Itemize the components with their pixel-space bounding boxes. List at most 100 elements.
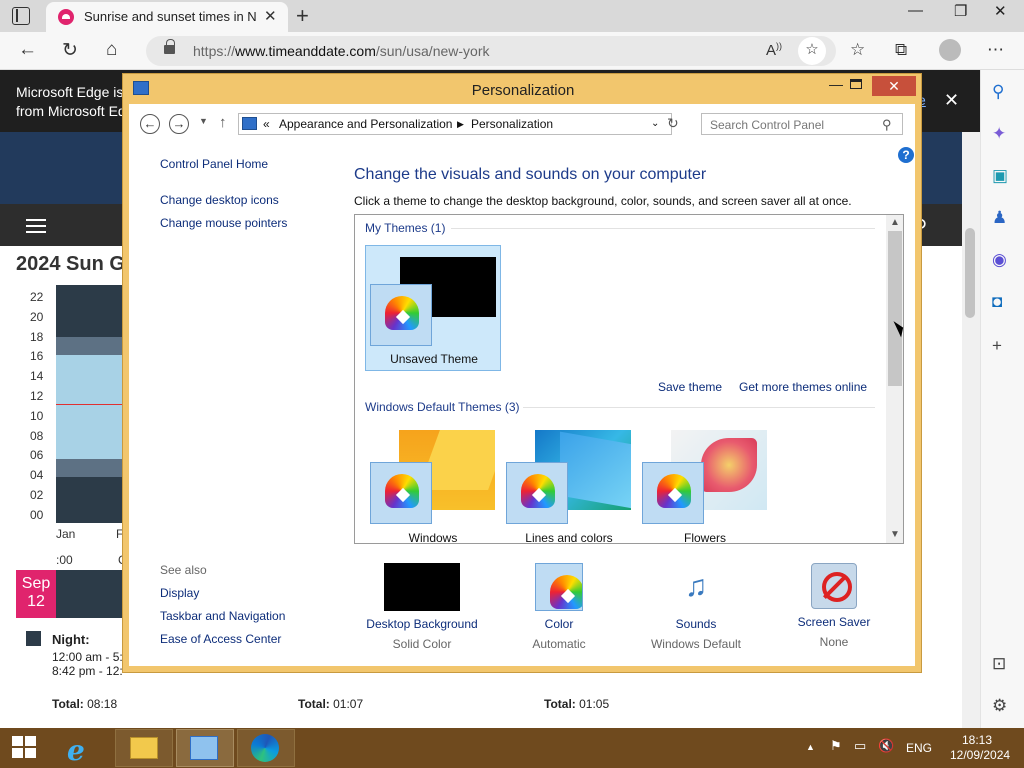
start-button[interactable] (12, 736, 38, 760)
desktop-background-setting[interactable]: Desktop Background Solid Color (357, 563, 487, 651)
tab-close-icon[interactable]: ✕ (264, 7, 277, 25)
window-close-button[interactable]: ✕ (872, 76, 916, 96)
y-tick-label: 20 (30, 309, 44, 324)
clock-date: 12/09/2024 (950, 748, 1011, 762)
change-desktop-icons-link[interactable]: Change desktop icons (160, 193, 279, 207)
recent-locations-chevron-icon[interactable]: ▼ (199, 116, 208, 126)
themes-list[interactable]: My Themes (1) Unsaved Theme Save theme G… (354, 214, 904, 544)
scroll-down-icon[interactable]: ▼ (890, 529, 900, 540)
tab-actions-icon[interactable] (12, 7, 30, 25)
back-arrow-icon[interactable]: ← (18, 39, 37, 61)
change-mouse-pointers-link[interactable]: Change mouse pointers (160, 216, 287, 230)
window-minimize-button[interactable]: — (823, 76, 849, 96)
unsaved-theme-tile[interactable]: Unsaved Theme (365, 245, 501, 371)
edge-taskbar-icon (251, 734, 279, 762)
get-more-themes-link[interactable]: Get more themes online (739, 380, 867, 394)
read-aloud-icon[interactable]: A)) (766, 41, 782, 59)
show-hidden-icons-chevron[interactable]: ▲ (806, 742, 815, 752)
browser-minimize-icon[interactable]: — (908, 2, 923, 19)
browser-close-icon[interactable]: ✕ (994, 2, 1007, 20)
favorites-icon[interactable]: ☆ (850, 40, 865, 60)
control-panel-icon (242, 117, 257, 130)
internet-explorer-icon[interactable]: e (67, 734, 85, 767)
date-badge: Sep 12 (16, 570, 56, 618)
cp-back-icon[interactable]: ← (140, 114, 160, 134)
y-tick-label: 14 (30, 369, 44, 384)
themes-scrollbar[interactable]: ▲ ▼ (886, 215, 903, 543)
copilot-icon[interactable]: ✦ (992, 124, 1006, 144)
system-clock[interactable]: 18:13 12/09/2024 (950, 733, 1011, 763)
address-dropdown-icon[interactable]: ⌄ (651, 118, 659, 129)
night-time-1: 12:00 am - 5:20 am (52, 650, 122, 664)
tools-icon[interactable]: ▣ (992, 166, 1008, 186)
sidebar-search-icon[interactable]: ⚲ (992, 82, 1004, 102)
breadcrumb[interactable]: « Appearance and Personalization ▶ Perso… (238, 113, 672, 135)
color-setting[interactable]: Color Automatic (494, 563, 624, 651)
page-scroll-thumb[interactable] (965, 228, 975, 318)
people-icon[interactable]: ♟ (992, 208, 1007, 228)
screen-saver-setting[interactable]: Screen Saver None (769, 563, 899, 649)
night-label: Night: (52, 632, 90, 647)
screen-saver-icon (811, 563, 857, 609)
browser-restore-icon[interactable]: ❐ (954, 2, 967, 20)
cp-refresh-icon[interactable]: ↻ (667, 115, 679, 132)
browser-tab-active[interactable]: Sunrise and sunset times in New York ✕ (46, 2, 288, 32)
address-bar[interactable]: https://www.timeanddate.com/sun/usa/new-… (146, 36, 836, 66)
home-icon[interactable]: ⌂ (106, 39, 117, 61)
sidebar-settings-icon[interactable]: ⚙ (992, 696, 1007, 716)
network-icon[interactable]: ▭ (854, 738, 866, 754)
file-explorer-icon (130, 737, 158, 759)
themes-scroll-thumb[interactable] (888, 231, 902, 386)
up-arrow-icon[interactable]: ↑ (219, 114, 227, 131)
infobar-close-icon[interactable]: ✕ (944, 90, 959, 111)
new-tab-icon[interactable]: + (296, 3, 309, 29)
taskbar: e ▲ ⚑ ▭ 🔇 ENG 18:13 12/09/2024 (0, 728, 1024, 768)
profile-avatar[interactable] (939, 39, 961, 61)
sounds-link[interactable]: Sounds (631, 617, 761, 631)
add-sidebar-app-icon[interactable]: + (992, 336, 1002, 356)
y-tick-label: 16 (30, 349, 44, 364)
windows-logo-icon (12, 748, 23, 758)
sounds-icon: ♫ (684, 570, 708, 603)
window-maximize-button[interactable] (850, 79, 862, 89)
taskbar-navigation-link[interactable]: Taskbar and Navigation (160, 609, 285, 623)
save-theme-link[interactable]: Save theme (658, 380, 722, 394)
sounds-setting[interactable]: ♫ Sounds Windows Default (631, 563, 761, 651)
games-icon[interactable]: ◉ (992, 250, 1007, 270)
breadcrumb-personalization[interactable]: Personalization (471, 117, 553, 131)
url-text: https://www.timeanddate.com/sun/usa/new-… (193, 43, 490, 59)
y-tick-label: 08 (30, 428, 44, 443)
date-badge-month: Sep (21, 575, 51, 592)
screen-saver-link[interactable]: Screen Saver (769, 615, 899, 629)
volume-muted-icon[interactable]: 🔇 (878, 738, 894, 754)
breadcrumb-overflow[interactable]: « (263, 117, 270, 131)
desktop-background-value: Solid Color (392, 637, 452, 651)
sidebar-toggle-icon[interactable]: ⊡ (992, 654, 1006, 674)
control-panel-home-link[interactable]: Control Panel Home (160, 157, 268, 171)
browser-tab-bar: Sunrise and sunset times in New York ✕ +… (0, 0, 1024, 32)
color-link[interactable]: Color (494, 617, 624, 631)
main-heading: Change the visuals and sounds on your co… (354, 166, 707, 183)
search-control-panel-input[interactable]: Search Control Panel ⚲ (701, 113, 903, 135)
scroll-up-icon[interactable]: ▲ (890, 217, 900, 228)
flowers-label: Flowers (683, 531, 726, 544)
y-tick-label: 10 (30, 408, 44, 423)
page-scrollbar[interactable] (962, 132, 980, 728)
desktop-background-link[interactable]: Desktop Background (357, 617, 487, 631)
hamburger-menu-icon[interactable] (26, 219, 46, 233)
help-icon[interactable]: ? (898, 147, 914, 163)
outlook-icon[interactable]: ◘ (992, 292, 1002, 312)
add-favorite-icon[interactable]: ☆ (798, 37, 826, 65)
refresh-icon[interactable]: ↻ (62, 39, 78, 62)
page-title: 2024 Sun Graph for New York (16, 253, 126, 275)
cp-forward-icon[interactable]: → (169, 114, 189, 134)
display-link[interactable]: Display (160, 586, 199, 600)
settings-more-icon[interactable]: ⋯ (987, 40, 1004, 60)
action-center-flag-icon[interactable]: ⚑ (830, 738, 842, 754)
time-label: :00 (56, 553, 73, 567)
language-indicator[interactable]: ENG (906, 741, 932, 755)
search-icon[interactable]: ⚲ (882, 117, 892, 133)
ease-of-access-link[interactable]: Ease of Access Center (160, 632, 281, 646)
collections-icon[interactable]: ⧉ (895, 40, 907, 60)
breadcrumb-appearance[interactable]: Appearance and Personalization (279, 117, 452, 131)
